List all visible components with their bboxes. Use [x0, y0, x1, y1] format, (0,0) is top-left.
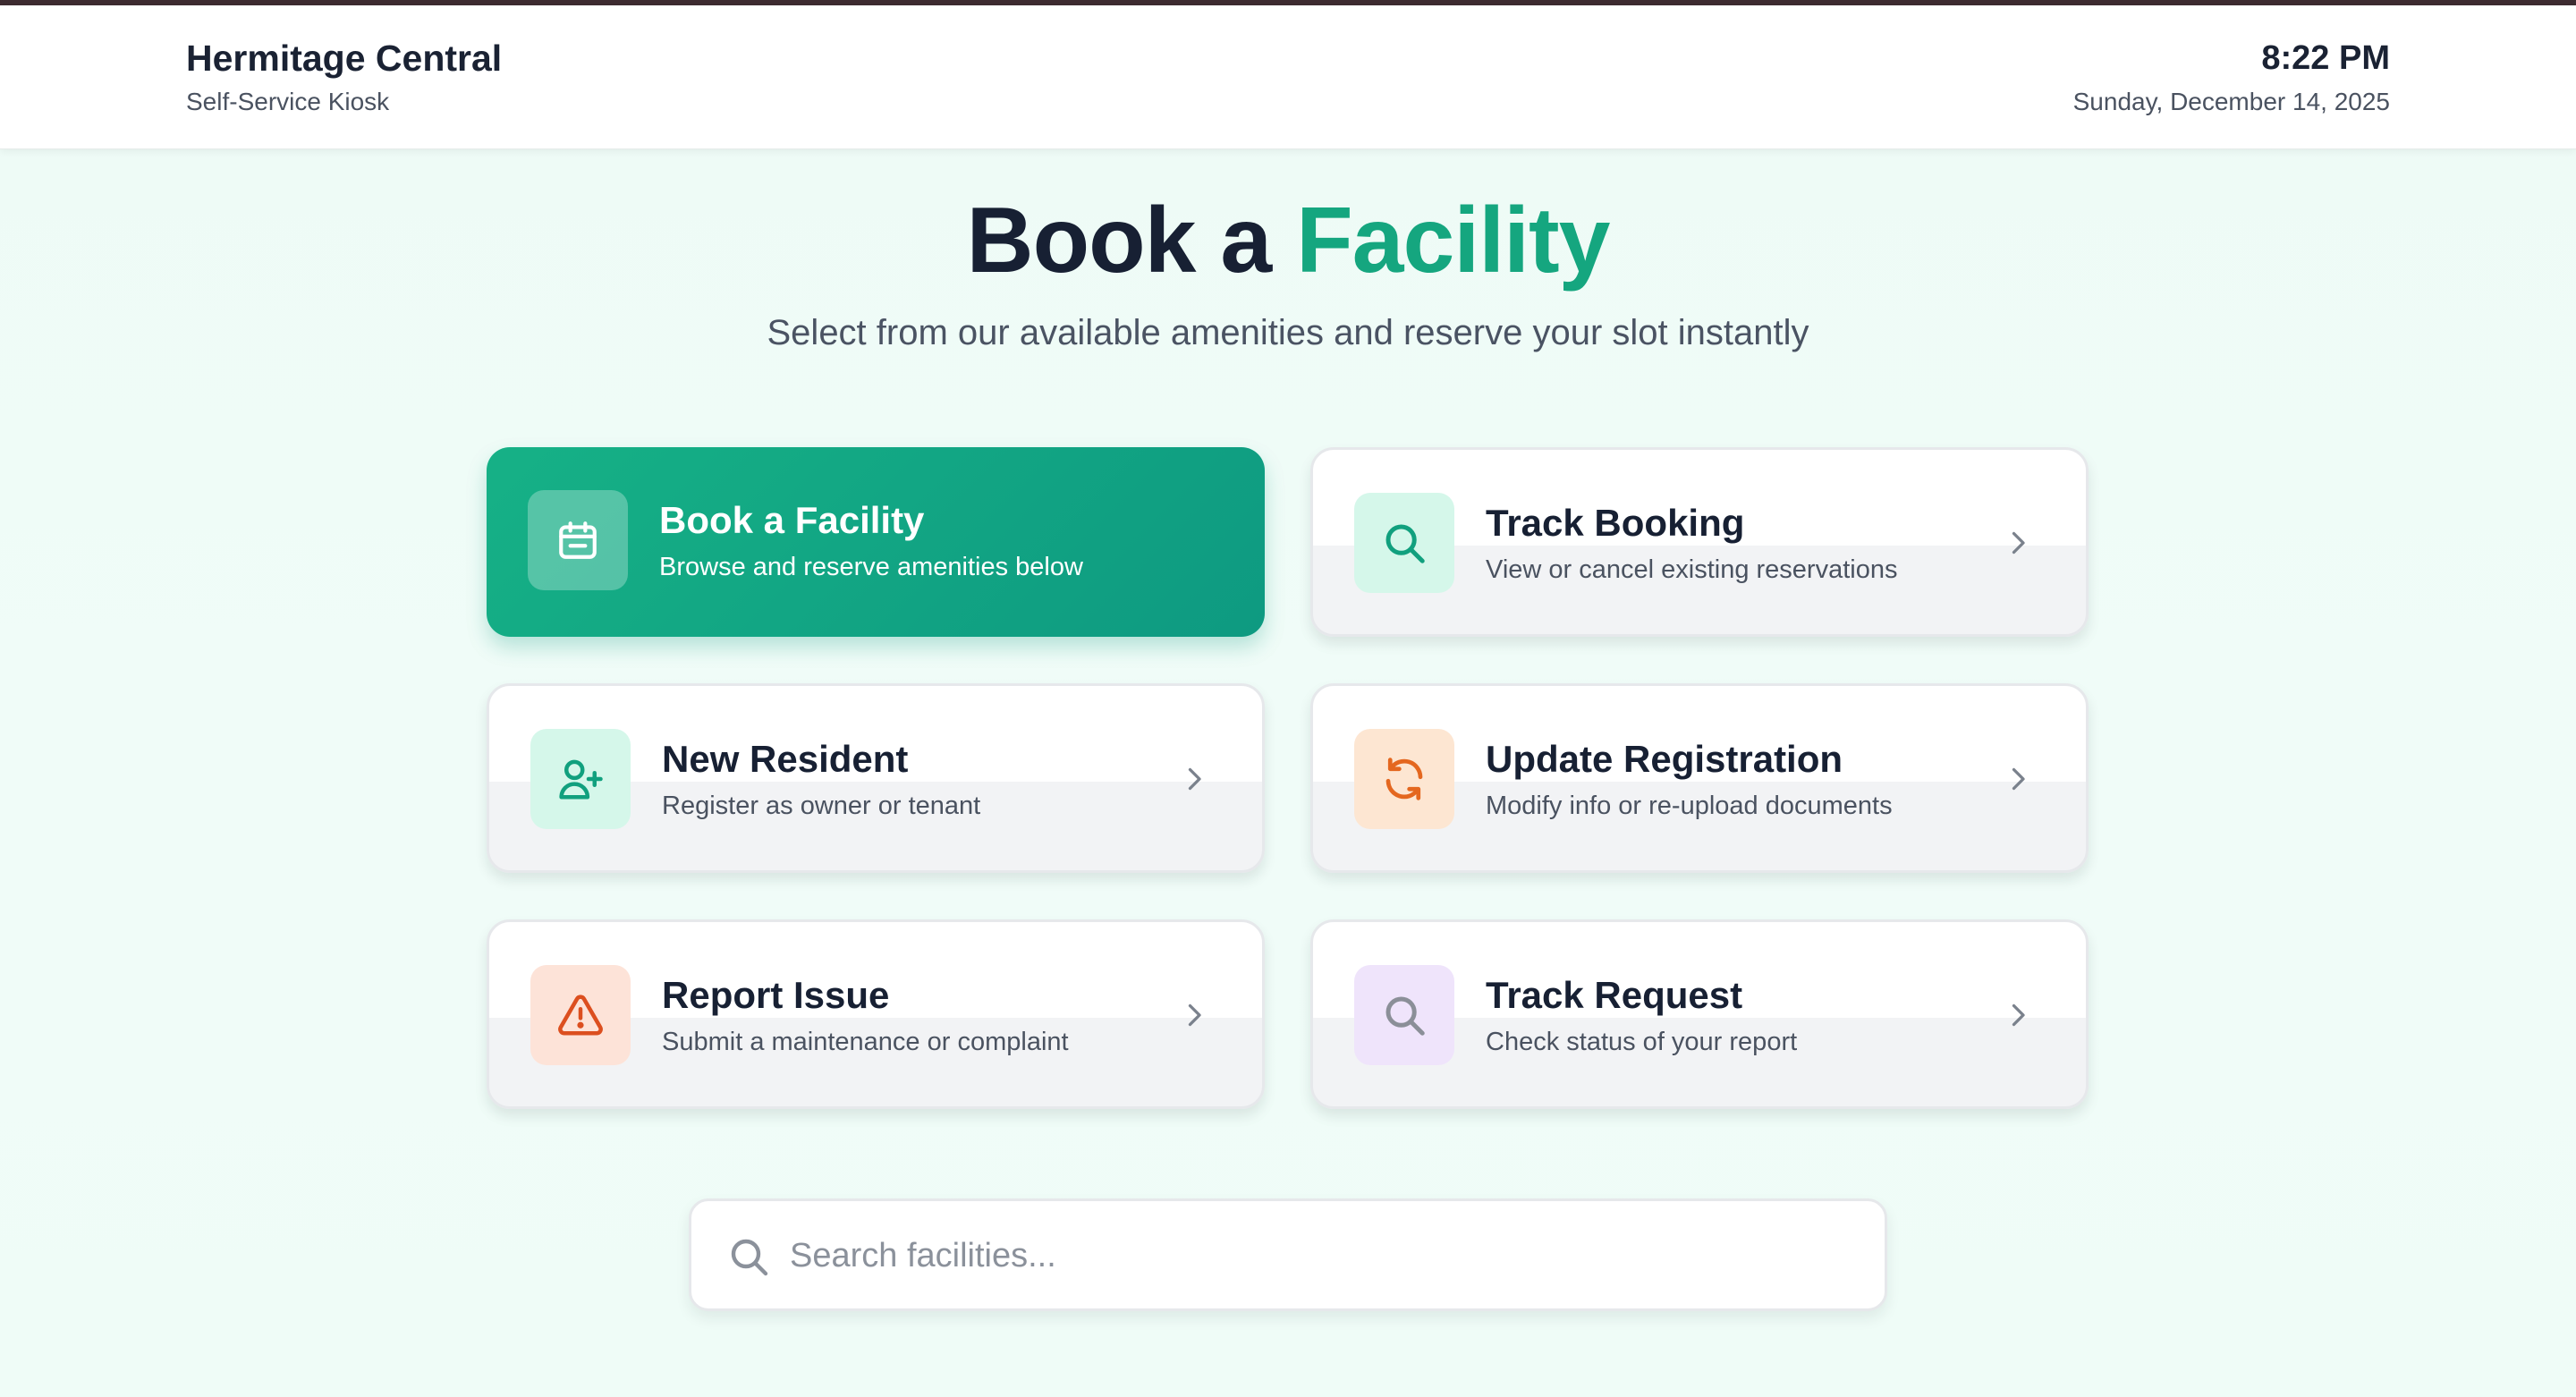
- track-booking-card[interactable]: Track Booking View or cancel existing re…: [1310, 447, 2089, 637]
- chevron-right-icon: [1188, 1003, 1201, 1027]
- update-registration-card[interactable]: Update Registration Modify info or re-up…: [1310, 683, 2089, 873]
- card-title: Track Request: [1486, 974, 1743, 1016]
- chevron-right-icon: [2012, 531, 2025, 555]
- chevron-right-icon: [2012, 1003, 2025, 1027]
- card-title: New Resident: [662, 738, 909, 780]
- brand-subtitle: Self-Service Kiosk: [186, 88, 390, 115]
- report-issue-card[interactable]: Report Issue Submit a maintenance or com…: [487, 919, 1265, 1109]
- search-icon: [1354, 493, 1454, 593]
- card-description: Check status of your report: [1486, 1028, 1798, 1056]
- search-icon: [1354, 965, 1454, 1065]
- page-title-accent: Facility: [1296, 189, 1610, 292]
- book-facility-card[interactable]: Book a Facility Browse and reserve ameni…: [487, 447, 1265, 637]
- chevron-right-icon: [2012, 767, 2025, 791]
- page-title-part: Book a: [966, 189, 1297, 292]
- search-input[interactable]: [790, 1221, 1863, 1291]
- user-plus-icon: [530, 729, 631, 829]
- brand-title: Hermitage Central: [186, 38, 503, 79]
- calendar-icon: [528, 490, 628, 590]
- clock-date: Sunday, December 14, 2025: [2072, 88, 2390, 115]
- card-title: Book a Facility: [659, 499, 925, 541]
- card-title: Update Registration: [1486, 738, 1843, 780]
- card-title: Track Booking: [1486, 502, 1745, 544]
- card-description: Browse and reserve amenities below: [659, 553, 1083, 581]
- search-icon: [731, 1239, 768, 1276]
- page-title: Book a Facility: [0, 188, 2576, 294]
- facility-search-bar[interactable]: [689, 1198, 1887, 1311]
- card-description: Register as owner or tenant: [662, 792, 981, 820]
- page-subtitle: Select from our available amenities and …: [767, 313, 1809, 352]
- clock-time: 8:22 PM: [2261, 39, 2390, 77]
- new-resident-card[interactable]: New Resident Register as owner or tenant: [487, 683, 1265, 873]
- card-description: Modify info or re-upload documents: [1486, 792, 1893, 820]
- track-request-card[interactable]: Track Request Check status of your repor…: [1310, 919, 2089, 1109]
- refresh-icon: [1354, 729, 1454, 829]
- kiosk-header: Hermitage Central Self-Service Kiosk 8:2…: [0, 5, 2576, 149]
- card-description: Submit a maintenance or complaint: [662, 1028, 1069, 1056]
- chevron-right-icon: [1188, 767, 1201, 791]
- card-title: Report Issue: [662, 974, 890, 1016]
- warning-icon: [530, 965, 631, 1065]
- card-description: View or cancel existing reservations: [1486, 555, 1898, 584]
